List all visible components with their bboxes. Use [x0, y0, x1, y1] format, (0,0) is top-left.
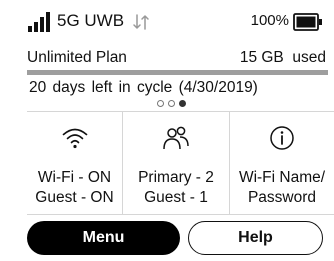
page-dot[interactable] [179, 100, 186, 107]
network-type-label: 5G UWB [57, 11, 125, 30]
wifi-name-label: Wi-Fi Name/ [238, 169, 326, 186]
data-usage-label: 15 GB used [239, 49, 326, 66]
page-dot[interactable] [168, 100, 175, 107]
menu-button[interactable]: Menu [27, 221, 180, 255]
data-usage-bar [27, 70, 328, 75]
battery-percent: 100% [250, 12, 289, 29]
quick-tiles: Wi-Fi - ON Guest - ON Primary - 2 Guest … [27, 111, 334, 215]
primary-devices-label: Primary - 2 [138, 169, 214, 186]
wifi-icon [62, 128, 87, 149]
guest-wifi-status-label: Guest - ON [35, 189, 114, 206]
data-usage-bar-fill [27, 70, 328, 75]
page-dot[interactable] [157, 100, 164, 107]
info-icon [270, 126, 294, 150]
plan-name: Unlimited Plan [27, 49, 127, 66]
battery-full-icon [293, 13, 322, 31]
wifi-status-label: Wi-Fi - ON [37, 169, 112, 186]
page-indicator[interactable] [157, 100, 186, 109]
billing-cycle-label: 20 days left in cycle (4/30/2019) [29, 79, 258, 96]
signal-bars-icon [28, 12, 52, 32]
users-icon [163, 126, 189, 150]
connected-devices-tile[interactable]: Primary - 2 Guest - 1 [122, 112, 229, 214]
password-label: Password [247, 189, 317, 206]
help-button[interactable]: Help [188, 221, 323, 255]
guest-devices-label: Guest - 1 [144, 189, 208, 206]
data-transfer-arrows-icon [133, 14, 149, 30]
status-bar: 5G UWB 100% [0, 0, 334, 50]
wifi-name-password-tile[interactable]: Wi-Fi Name/ Password [229, 112, 334, 214]
hotspot-home-screen: 5G UWB 100% Unlimited Plan 15 GB used 20… [0, 0, 334, 261]
wifi-status-tile[interactable]: Wi-Fi - ON Guest - ON [27, 112, 122, 214]
